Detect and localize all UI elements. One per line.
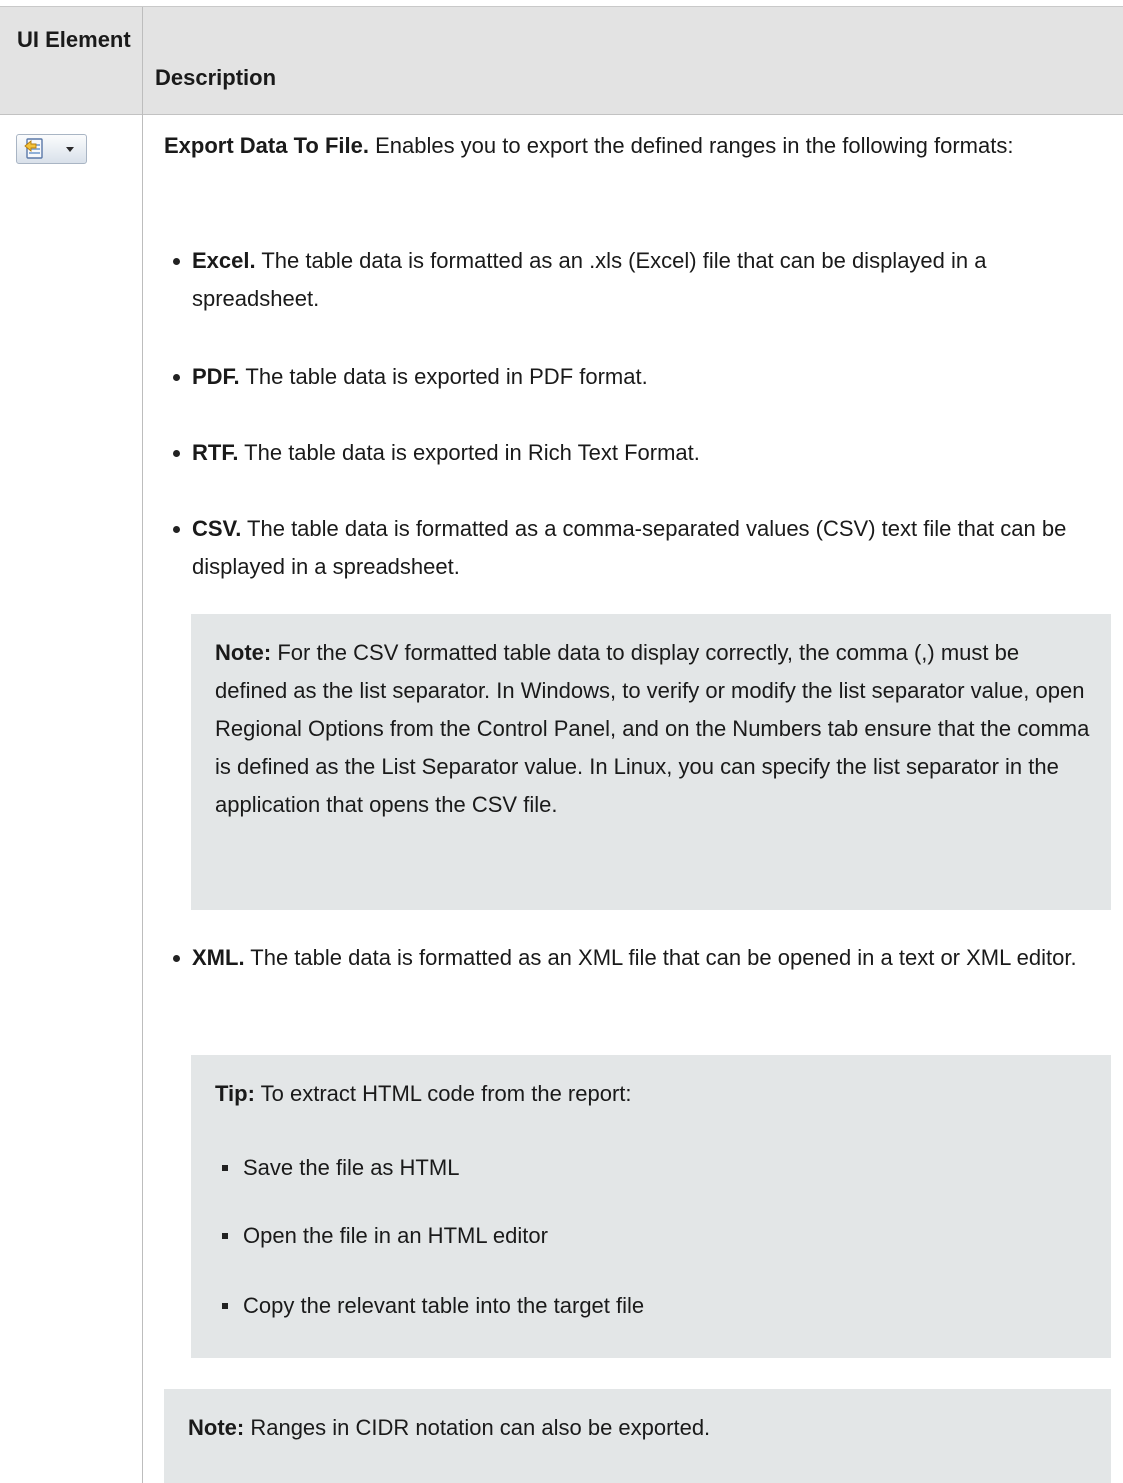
format-text: The table data is exported in Rich Text … [238, 440, 700, 465]
square-bullet-icon [222, 1233, 228, 1239]
format-text: The table data is formatted as an .xls (… [192, 248, 987, 311]
format-text: The table data is exported in PDF format… [239, 364, 648, 389]
note-label: Note: [188, 1415, 245, 1440]
tip-text: To extract HTML code from the report: [254, 1081, 632, 1106]
description-intro-text: Enables you to export the defined ranges… [368, 133, 1014, 158]
ui-element-table: UI Element Description Export Data To Fi… [0, 6, 1123, 1483]
format-name: XML. [192, 945, 245, 970]
format-text: The table data is formatted as an XML fi… [244, 945, 1077, 970]
bullet-icon [173, 955, 180, 962]
format-name: RTF. [192, 440, 239, 465]
tip-step-text: Copy the relevant table into the target … [243, 1293, 645, 1318]
format-name: CSV. [192, 516, 242, 541]
csv-note-box: Note: For the CSV formatted table data t… [191, 614, 1111, 910]
bullet-icon [173, 374, 180, 381]
format-name: PDF. [192, 364, 240, 389]
csv-note: Note: For the CSV formatted table data t… [215, 634, 1091, 824]
header-description: Description [155, 65, 277, 90]
cidr-note-box: Note: Ranges in CIDR notation can also b… [164, 1389, 1111, 1483]
square-bullet-icon [222, 1165, 228, 1171]
tip-intro: Tip: To extract HTML code from the repor… [215, 1075, 1091, 1113]
note-text: Ranges in CIDR notation can also be expo… [244, 1415, 711, 1440]
bullet-icon [173, 450, 180, 457]
chevron-down-icon [66, 147, 74, 152]
export-data-icon [24, 138, 43, 159]
header-ui-element: UI Element [17, 27, 131, 52]
format-name: Excel. [192, 248, 256, 273]
column-divider [142, 7, 143, 1483]
table-header-row: UI Element Description [0, 7, 1123, 115]
square-bullet-icon [222, 1303, 228, 1309]
cidr-note: Note: Ranges in CIDR notation can also b… [188, 1409, 1091, 1447]
tip-label: Tip: [215, 1081, 255, 1106]
description-intro: Export Data To File. Enables you to expo… [164, 127, 1064, 165]
bullet-icon [173, 258, 180, 265]
note-label: Note: [215, 640, 272, 665]
description-title: Export Data To File. [164, 133, 369, 158]
bullet-icon [173, 526, 180, 533]
tip-step-text: Open the file in an HTML editor [243, 1223, 548, 1248]
tip-box: Tip: To extract HTML code from the repor… [191, 1055, 1111, 1358]
export-data-to-file-button[interactable] [16, 134, 87, 164]
tip-step-text: Save the file as HTML [243, 1155, 460, 1180]
note-text: For the CSV formatted table data to disp… [215, 640, 1090, 817]
format-text: The table data is formatted as a comma-s… [192, 516, 1067, 579]
